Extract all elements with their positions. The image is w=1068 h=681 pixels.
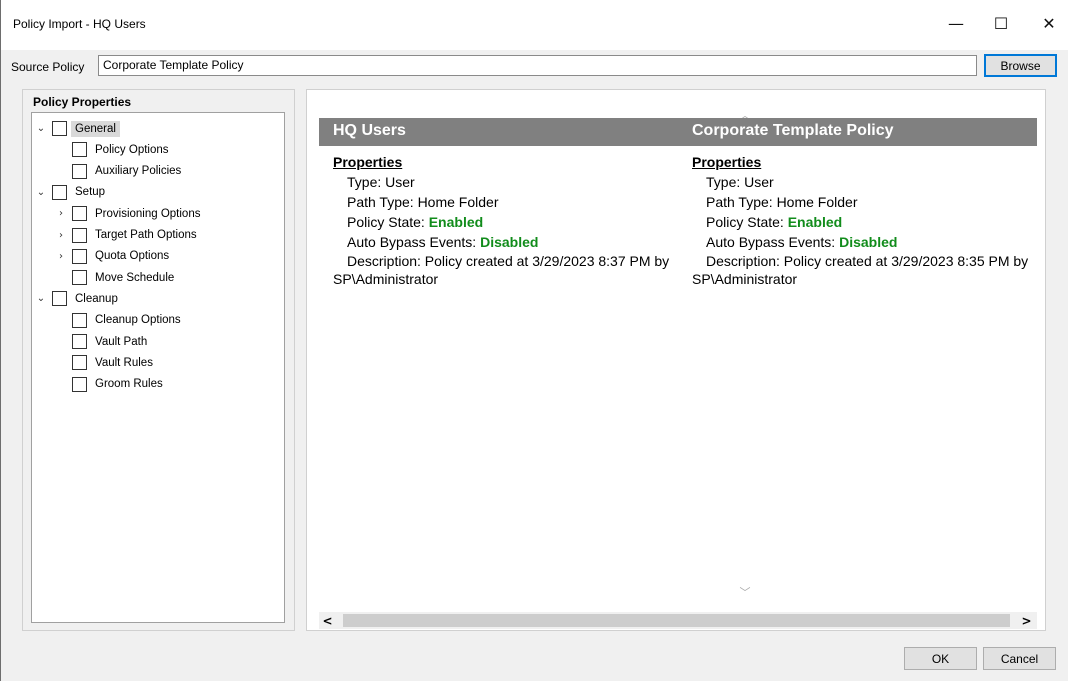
- policy-import-window: Policy Import - HQ Users — ☐ ✕ Source Po…: [0, 0, 1068, 681]
- tree-item-checkbox[interactable]: [52, 184, 67, 200]
- tree-item-checkbox[interactable]: [72, 312, 87, 328]
- properties-heading: Properties: [692, 154, 762, 170]
- target-policy-properties: Properties Type: User Path Type: Home Fo…: [333, 154, 683, 288]
- tree-item-label: Move Schedule: [95, 271, 175, 284]
- tree-item[interactable]: Auxiliary Policies: [54, 161, 185, 182]
- tree-item-checkbox[interactable]: [72, 248, 87, 264]
- description-author: SP\Administrator: [692, 271, 798, 287]
- auto-bypass-value: Disabled: [839, 234, 898, 250]
- target-policy-title: HQ Users: [333, 122, 406, 139]
- policy-state-line: Policy State: Enabled: [333, 212, 683, 232]
- comparison-header-bar: HQ Users Corporate Template Policy: [319, 118, 1037, 146]
- tree-item-label: Vault Path: [95, 335, 148, 348]
- policy-properties-tree: ⌄ General Policy Options Auxiliary Policies…: [31, 112, 285, 623]
- policy-state-label: Policy State:: [706, 214, 784, 230]
- tree-item-label: Auxiliary Policies: [95, 165, 182, 178]
- policy-properties-panel: Policy Properties ⌄ General Policy Options…: [22, 89, 295, 631]
- description-line: Description: Policy created at 3/29/2023…: [706, 253, 1029, 269]
- tree-item-checkbox[interactable]: [72, 142, 87, 158]
- tree-item[interactable]: Move Schedule: [54, 267, 178, 288]
- tree-item-label: Quota Options: [95, 250, 170, 263]
- tree-item[interactable]: Policy Options: [54, 139, 173, 160]
- policy-state-label: Policy State:: [347, 214, 425, 230]
- cancel-button[interactable]: Cancel: [983, 647, 1056, 670]
- policy-state-value: Enabled: [787, 214, 843, 230]
- chevron-right-icon[interactable]: ›: [54, 230, 68, 241]
- tree-item-label: Setup: [75, 186, 106, 199]
- tree-item-checkbox[interactable]: [72, 163, 87, 179]
- tree-item[interactable]: Vault Rules: [54, 352, 157, 373]
- maximize-icon[interactable]: ☐: [979, 8, 1023, 38]
- tree-item[interactable]: Groom Rules: [54, 374, 167, 395]
- browse-button[interactable]: Browse: [984, 54, 1057, 77]
- tree-item-checkbox[interactable]: [52, 121, 67, 136]
- auto-bypass-label: Auto Bypass Events:: [706, 234, 836, 250]
- tree-item[interactable]: › Provisioning Options: [54, 203, 204, 224]
- source-policy-properties: Properties Type: User Path Type: Home Fo…: [692, 154, 1042, 288]
- auto-bypass-line: Auto Bypass Events: Disabled: [333, 232, 683, 252]
- ok-button[interactable]: OK: [904, 647, 977, 670]
- policy-state-value: Enabled: [428, 214, 484, 230]
- tree-item-checkbox[interactable]: [72, 355, 87, 371]
- tree-item-label: Target Path Options: [95, 229, 197, 241]
- source-policy-label: Source Policy: [11, 60, 85, 74]
- source-policy-title: Corporate Template Policy: [692, 122, 894, 139]
- auto-bypass-value: Disabled: [480, 234, 539, 250]
- window-title: Policy Import - HQ Users: [13, 17, 146, 31]
- chevron-down-icon[interactable]: ⌄: [34, 123, 48, 134]
- tree-item[interactable]: ⌄ Cleanup: [34, 288, 122, 309]
- tree-item-checkbox[interactable]: [72, 270, 87, 286]
- tree-item-label: Cleanup Options: [95, 314, 181, 327]
- path-type-line: Path Type: Home Folder: [706, 194, 858, 210]
- description-line: Description: Policy created at 3/29/2023…: [347, 253, 670, 269]
- tree-item[interactable]: ⌄ Setup: [34, 182, 109, 203]
- tree-item-label: General: [71, 120, 120, 137]
- scrollbar-thumb[interactable]: [343, 614, 1010, 627]
- description-author: SP\Administrator: [333, 271, 439, 287]
- horizontal-scrollbar[interactable]: < >: [319, 612, 1037, 629]
- scroll-down-icon[interactable]: ﹀: [738, 585, 752, 599]
- title-bar: Policy Import - HQ Users — ☐ ✕: [1, 0, 1068, 50]
- tree-item-checkbox[interactable]: [72, 376, 87, 392]
- policy-properties-header: Policy Properties: [33, 95, 132, 109]
- auto-bypass-label: Auto Bypass Events:: [347, 234, 477, 250]
- chevron-right-icon[interactable]: ›: [54, 251, 68, 262]
- tree-item-checkbox[interactable]: [72, 334, 87, 349]
- tree-item-label: Provisioning Options: [95, 207, 201, 220]
- tree-item-label: Groom Rules: [95, 378, 163, 391]
- tree-item-label: Cleanup: [75, 292, 118, 305]
- chevron-down-icon[interactable]: ⌄: [34, 293, 48, 304]
- chevron-right-icon[interactable]: ›: [54, 208, 68, 219]
- source-policy-field[interactable]: Corporate Template Policy: [98, 55, 977, 76]
- tree-item-checkbox[interactable]: [72, 206, 87, 222]
- chevron-down-icon[interactable]: ⌄: [34, 187, 48, 198]
- tree-item[interactable]: › Target Path Options: [54, 225, 201, 246]
- close-icon[interactable]: ✕: [1027, 8, 1068, 38]
- minimize-icon[interactable]: —: [934, 8, 978, 38]
- properties-heading: Properties: [333, 154, 403, 170]
- type-line: Type: User: [347, 174, 415, 190]
- policy-state-line: Policy State: Enabled: [692, 212, 1042, 232]
- source-policy-row: Source Policy Corporate Template Policy …: [1, 50, 1068, 83]
- auto-bypass-line: Auto Bypass Events: Disabled: [692, 232, 1042, 252]
- tree-item-label: Vault Rules: [95, 356, 153, 369]
- tree-item-label: Policy Options: [95, 143, 169, 156]
- tree-item[interactable]: ⌄ General: [34, 118, 120, 139]
- tree-item[interactable]: Cleanup Options: [54, 310, 185, 331]
- scroll-left-icon[interactable]: <: [319, 612, 336, 629]
- path-type-line: Path Type: Home Folder: [347, 194, 499, 210]
- scroll-right-icon[interactable]: >: [1018, 612, 1035, 629]
- tree-item-checkbox[interactable]: [72, 227, 87, 243]
- tree-item-checkbox[interactable]: [52, 291, 67, 307]
- tree-item[interactable]: Vault Path: [54, 331, 151, 352]
- type-line: Type: User: [706, 174, 774, 190]
- tree-item[interactable]: › Quota Options: [54, 246, 173, 267]
